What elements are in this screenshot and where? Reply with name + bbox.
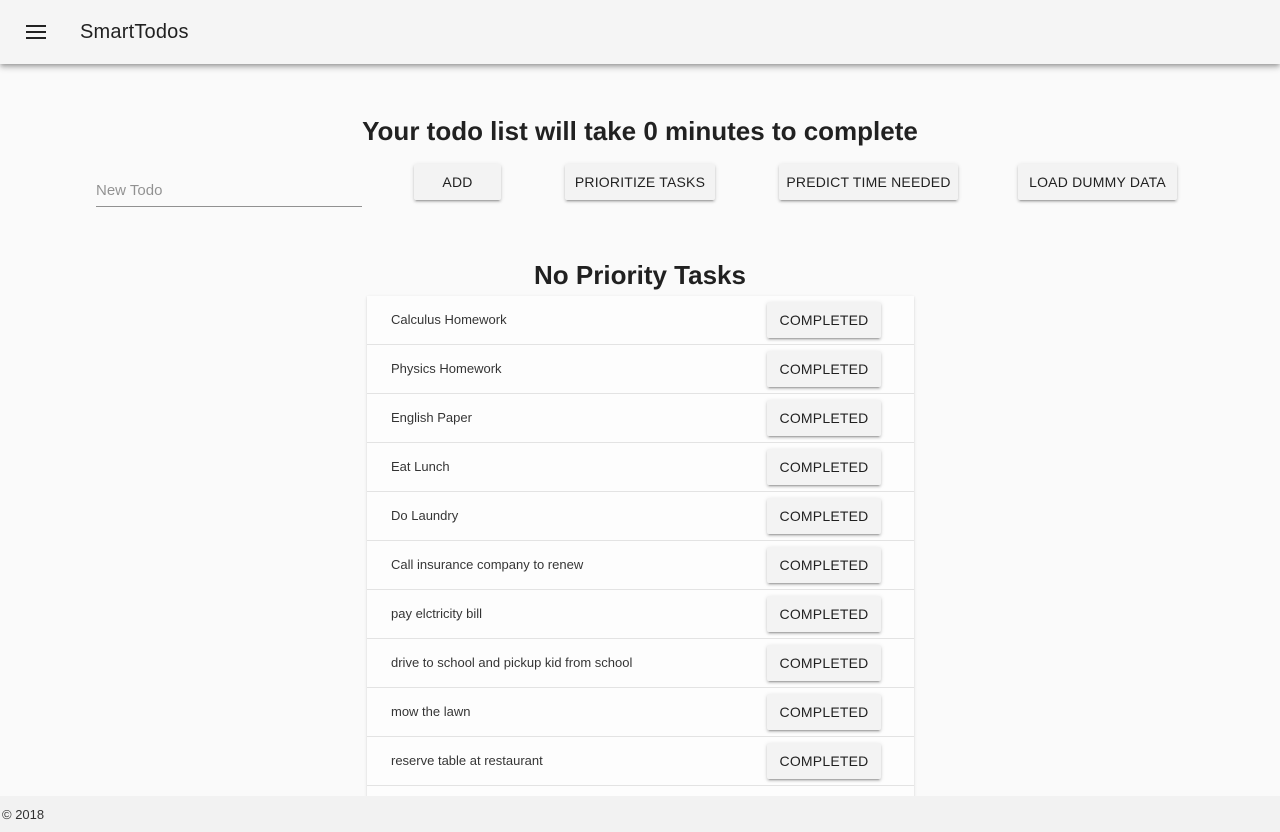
task-label: pay elctricity bill xyxy=(391,606,483,621)
completed-button[interactable]: COMPLETED xyxy=(767,498,881,534)
completed-button[interactable]: COMPLETED xyxy=(767,547,881,583)
task-label: mow the lawn xyxy=(391,704,471,719)
app-title: SmartTodos xyxy=(80,20,189,43)
task-row: Call insurance company to renew COMPLETED xyxy=(367,541,914,590)
new-todo-input[interactable] xyxy=(96,176,362,204)
task-label: drive to school and pickup kid from scho… xyxy=(391,655,633,670)
task-row: Calculus Homework COMPLETED xyxy=(367,296,914,345)
time-estimate-headline: Your todo list will take 0 minutes to co… xyxy=(362,116,918,146)
task-row: Physics Homework COMPLETED xyxy=(367,345,914,394)
completed-button[interactable]: COMPLETED xyxy=(767,302,881,338)
main-content: Your todo list will take 0 minutes to co… xyxy=(0,64,1280,796)
footer: © 2018 xyxy=(0,796,1280,832)
section-title: No Priority Tasks xyxy=(534,260,746,290)
menu-icon xyxy=(26,25,46,39)
completed-button[interactable]: COMPLETED xyxy=(767,449,881,485)
task-row: Eat Lunch COMPLETED xyxy=(367,443,914,492)
task-label: Physics Homework xyxy=(391,361,502,376)
completed-button[interactable]: COMPLETED xyxy=(767,645,881,681)
completed-button[interactable]: COMPLETED xyxy=(767,596,881,632)
task-row: drive to school and pickup kid from scho… xyxy=(367,639,914,688)
menu-button[interactable] xyxy=(12,8,60,56)
completed-button[interactable]: COMPLETED xyxy=(767,351,881,387)
add-button[interactable]: ADD xyxy=(414,164,501,200)
task-list: Calculus Homework COMPLETED Physics Homewo… xyxy=(367,296,914,796)
app-toolbar: SmartTodos xyxy=(0,0,1280,64)
task-row: mow the lawn COMPLETED xyxy=(367,688,914,737)
new-todo-field xyxy=(96,176,362,207)
load-dummy-data-button[interactable]: LOAD DUMMY DATA xyxy=(1018,164,1177,200)
task-label: Call insurance company to renew xyxy=(391,557,584,572)
completed-button[interactable]: COMPLETED xyxy=(767,400,881,436)
task-label: reserve table at restaurant xyxy=(391,753,543,768)
task-label: Do Laundry xyxy=(391,508,459,523)
completed-button[interactable]: COMPLETED xyxy=(767,743,881,779)
task-label: English Paper xyxy=(391,410,472,425)
task-row: reserve table at restaurant COMPLETED xyxy=(367,737,914,786)
task-row: English Paper COMPLETED xyxy=(367,394,914,443)
task-row: pay elctricity bill COMPLETED xyxy=(367,590,914,639)
task-row: Do Laundry COMPLETED xyxy=(367,492,914,541)
task-label: Calculus Homework xyxy=(391,312,507,327)
predict-time-button[interactable]: PREDICT TIME NEEDED xyxy=(779,164,958,200)
copyright-text: © 2018 xyxy=(2,806,45,822)
prioritize-tasks-button[interactable]: PRIORITIZE TASKS xyxy=(565,164,715,200)
task-label: Eat Lunch xyxy=(391,459,450,474)
completed-button[interactable]: COMPLETED xyxy=(767,694,881,730)
